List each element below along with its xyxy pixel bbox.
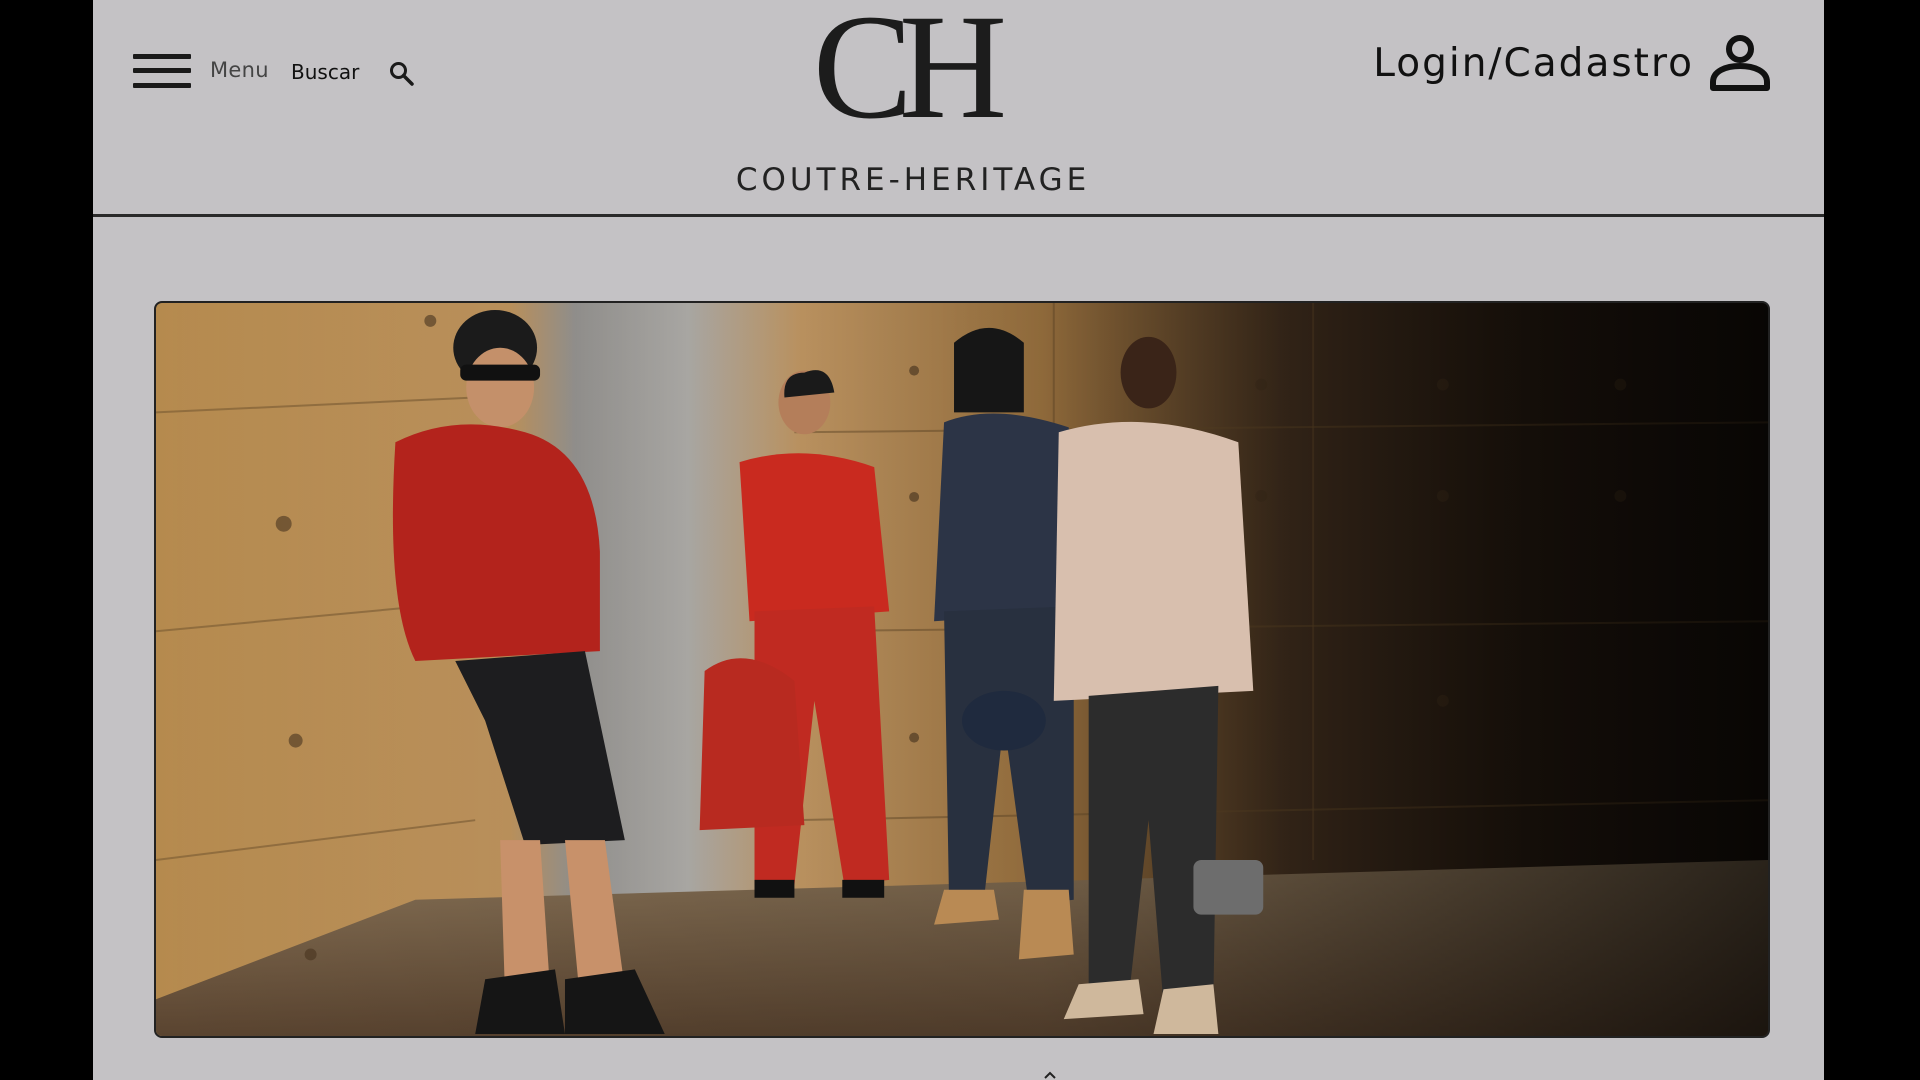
login-label: Login/Cadastro [1373,40,1694,86]
hero-banner-image[interactable] [154,301,1770,1038]
hamburger-icon[interactable] [133,52,193,92]
login-button[interactable]: Login/Cadastro [1373,34,1772,92]
hamburger-bar [133,83,191,88]
user-icon [1710,35,1770,91]
logo-monogram: CH [812,0,1007,150]
search-icon[interactable] [388,60,416,88]
search-link[interactable]: Buscar [291,60,359,84]
chevron-up-icon[interactable] [1043,1070,1057,1080]
hamburger-bar [133,68,191,73]
hero-photo [156,303,1768,1036]
brand-logo[interactable]: CH COUTRE-HERITAGE [703,0,1123,200]
site-header: Menu Buscar CH COUTRE-HERITAGE Login/Cad… [93,0,1824,217]
menu-link[interactable]: Menu [210,58,269,82]
page: Menu Buscar CH COUTRE-HERITAGE Login/Cad… [93,0,1824,1080]
logo-wordmark: COUTRE-HERITAGE [735,162,1091,198]
hamburger-bar [133,54,191,59]
header-divider [93,214,1824,217]
